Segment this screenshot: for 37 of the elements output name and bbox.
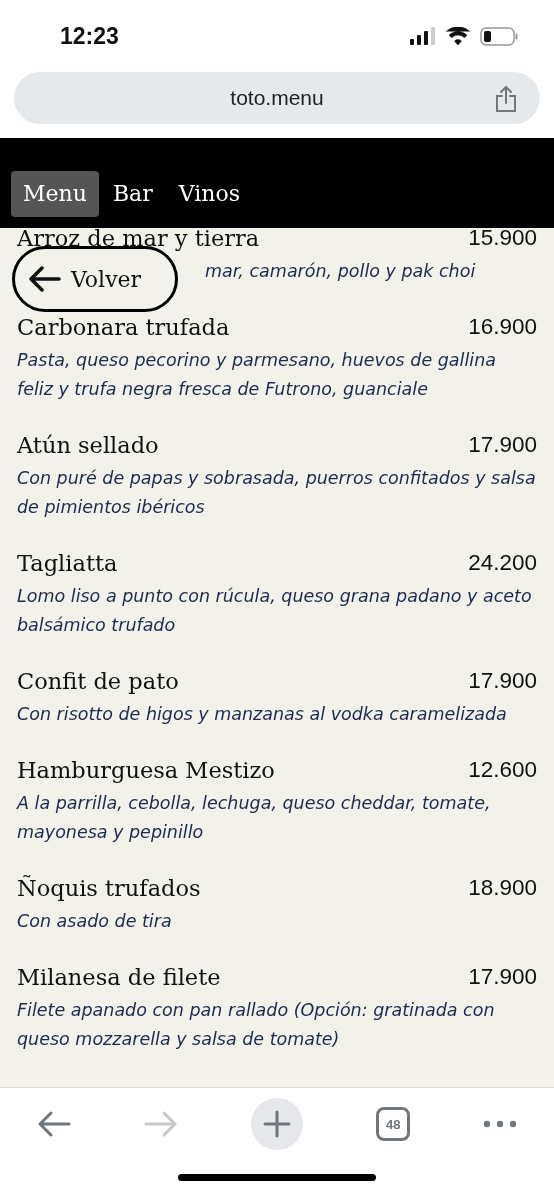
nav-tab[interactable]: Vinos xyxy=(166,171,252,217)
dish-name: Atún sellado xyxy=(17,432,159,458)
plus-icon xyxy=(262,1110,291,1138)
dish-name: Hamburguesa Mestizo xyxy=(17,757,275,783)
more-icon[interactable] xyxy=(483,1120,518,1128)
dish-description: Con puré de papas y sobrasada, puerros confitados y salsa de pimientos ibéricos xyxy=(17,467,537,519)
tab-count-button[interactable]: 48 xyxy=(376,1107,411,1141)
wifi-icon xyxy=(446,27,470,45)
dish-description: Filete apanado con pan rallado (Opción: gratinada con queso mozzarella y salsa de tomate) xyxy=(17,999,496,1051)
dish-description: Lomo liso a punto con rúcula, queso grana padano y aceto balsámico trufado xyxy=(17,585,533,637)
clock: 12:23 xyxy=(60,22,119,50)
nav-tab[interactable]: Menu xyxy=(11,171,99,217)
nav-tab[interactable]: Bar xyxy=(100,171,165,217)
dish-price: 17.900 xyxy=(468,432,537,458)
share-icon[interactable] xyxy=(494,85,518,113)
dish-name: Milanesa de filete xyxy=(17,964,221,990)
signal-icon xyxy=(410,27,436,45)
dish-price: 12.600 xyxy=(468,757,537,783)
back-icon[interactable] xyxy=(36,1110,71,1138)
dish-description: mar, camarón, pollo y pak choi xyxy=(205,260,477,283)
dish-name: Confit de pato xyxy=(17,668,179,694)
address-bar[interactable]: toto.menu xyxy=(14,72,540,124)
battery-icon xyxy=(480,26,518,46)
dish-price: 15.900 xyxy=(468,228,537,251)
arrow-left-icon xyxy=(29,266,61,292)
dish-name: Tagliatta xyxy=(17,550,118,576)
dish-description: Pasta, queso pecorino y parmesano, huevos de gallina feliz y trufa negra fresca de Futrono, guanciale xyxy=(17,349,497,401)
dish-price: 24.200 xyxy=(468,550,537,576)
dish-name: Carbonara trufada xyxy=(17,314,230,340)
dish-description: Con asado de tira xyxy=(17,910,173,933)
dish-price: 18.900 xyxy=(468,875,537,901)
dish-price: 16.900 xyxy=(468,314,537,340)
dish-price: 17.900 xyxy=(468,964,537,990)
dish-description: A la parrilla, cebolla, lechuga, queso cheddar, tomate, mayonesa y pepinillo xyxy=(17,792,492,844)
dish-description: Con risotto de higos y manzanas al vodka caramelizada xyxy=(17,703,508,726)
dish-name: Ñoquis trufados xyxy=(17,875,201,901)
dish-price: 17.900 xyxy=(468,668,537,694)
